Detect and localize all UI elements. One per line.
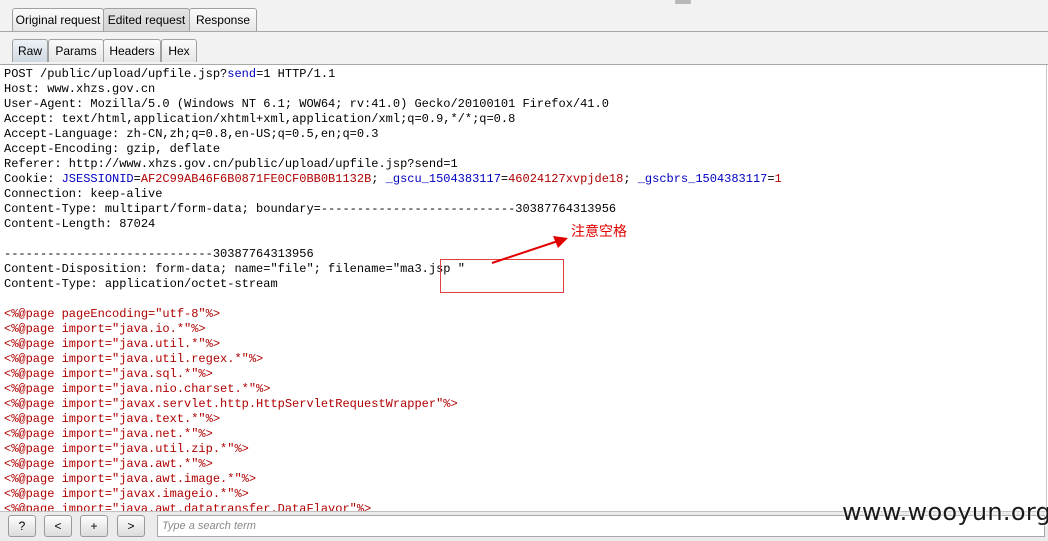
tab-headers[interactable]: Headers — [103, 39, 161, 62]
tab-response[interactable]: Response — [189, 8, 257, 31]
options-button[interactable]: + — [80, 515, 108, 537]
request-view-tabbar: Original request Edited request Response — [0, 0, 1048, 32]
next-match-button[interactable]: > — [117, 515, 145, 537]
tab-original-request[interactable]: Original request — [12, 8, 104, 31]
filename-highlight-box — [440, 259, 564, 293]
format-tabbar: Raw Params Headers Hex — [0, 32, 1048, 65]
previous-match-button[interactable]: < — [44, 515, 72, 537]
splitter-grip[interactable] — [675, 0, 691, 4]
annotation-note: 注意空格 — [571, 224, 627, 240]
tab-edited-request[interactable]: Edited request — [103, 8, 190, 31]
help-button[interactable]: ? — [8, 515, 36, 537]
watermark: www.wooyun.org — [842, 498, 1048, 526]
tab-params[interactable]: Params — [48, 39, 104, 62]
tab-hex[interactable]: Hex — [161, 39, 197, 62]
tab-raw[interactable]: Raw — [12, 39, 48, 62]
